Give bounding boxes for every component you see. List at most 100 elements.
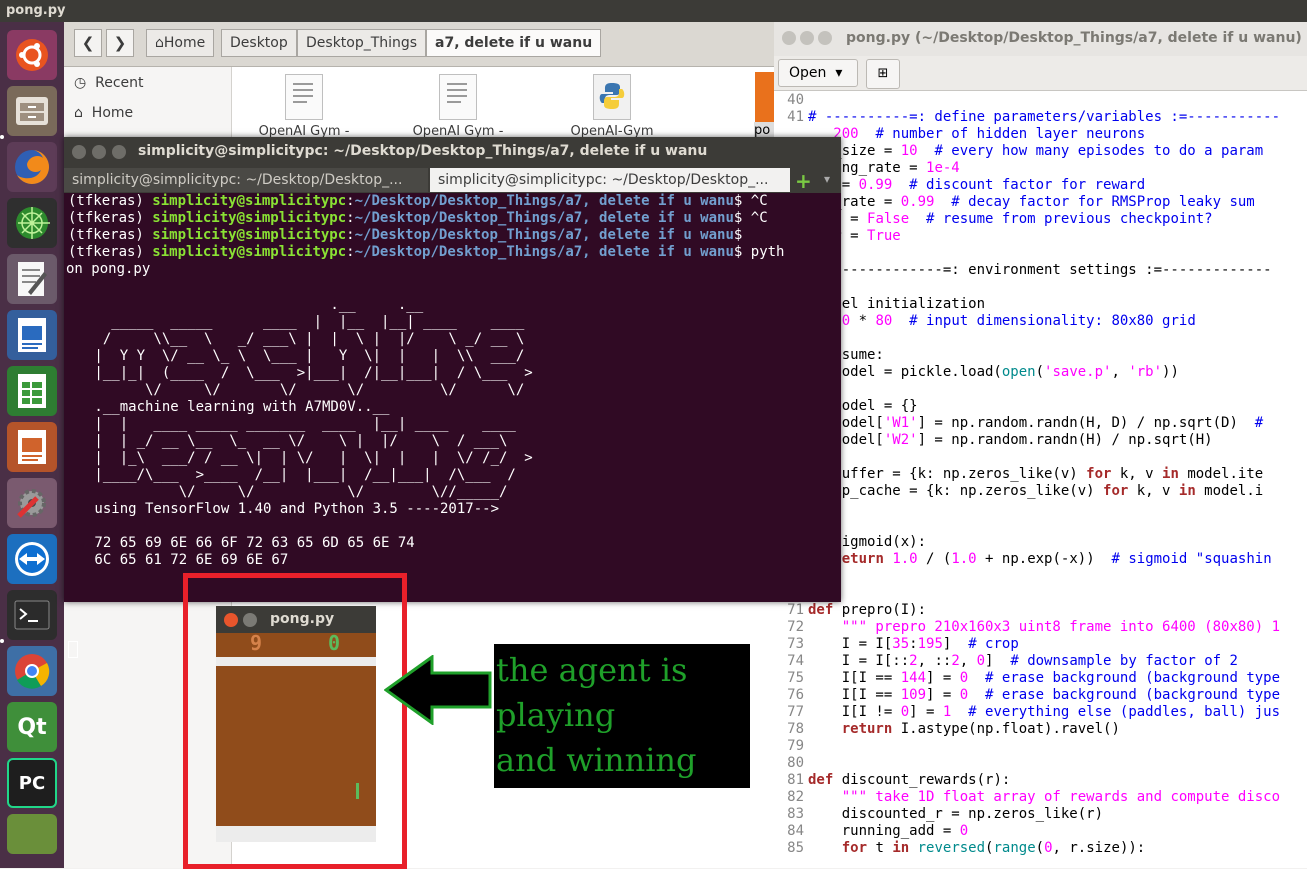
- top-wall: [216, 657, 376, 666]
- firefox-icon[interactable]: [7, 142, 57, 192]
- terminal-line: | | ____ _____ _______ ____ |__| ____ __…: [86, 416, 516, 432]
- code-line: --------------=: environment settings :=…: [808, 262, 1272, 278]
- qt-label: Qt: [17, 714, 47, 740]
- trash-icon[interactable]: [7, 814, 57, 854]
- sidebar-item-home[interactable]: ⌂ Home: [74, 101, 133, 125]
- home-icon: ⌂: [74, 105, 83, 121]
- minimize-icon[interactable]: [92, 145, 106, 159]
- close-icon[interactable]: [72, 145, 86, 159]
- code-line: y_rate = 0.99 # decay factor for RMSProp…: [808, 194, 1255, 210]
- code-line: def discount_rewards(r):: [808, 772, 1011, 788]
- terminal-prompt-line: (tfkeras) simplicity@simplicitypc:~/Desk…: [68, 244, 785, 260]
- terminal-prompt-line: (tfkeras) simplicity@simplicitypc:~/Desk…: [68, 210, 768, 226]
- document-icon: [285, 74, 323, 120]
- code-line: I[I != 0] = 1 # everything else (paddles…: [808, 704, 1281, 720]
- terminal-line: / \\__ \ _/ ___\ | | \ | |/ \ _/ __ \: [86, 331, 525, 347]
- chrome-icon[interactable]: [7, 646, 57, 696]
- add-tab-icon[interactable]: +: [795, 169, 812, 193]
- ubuntu-dash-icon[interactable]: [7, 30, 57, 80]
- breadcrumb-home[interactable]: ⌂Home: [146, 29, 215, 57]
- code-line: # ----------=: define parameters/variabl…: [808, 109, 1281, 125]
- callout-line: the agent is: [496, 651, 688, 689]
- qt-creator-icon[interactable]: Qt: [7, 702, 57, 752]
- system-monitor-icon[interactable]: [7, 198, 57, 248]
- terminal-prompt-line: (tfkeras) simplicity@simplicitypc:~/Desk…: [68, 193, 768, 209]
- code-line: _buffer = {k: np.zeros_like(v) for k, v …: [808, 466, 1264, 482]
- terminal-line: 72 65 69 6E 66 6F 72 63 65 6D 65 6E 74: [86, 535, 415, 551]
- line-number: 77: [787, 704, 804, 720]
- active-app-name: pong.py: [6, 3, 66, 18]
- chevron-left-icon: ❮: [81, 34, 95, 52]
- impress-icon[interactable]: [7, 422, 57, 472]
- line-number: 82: [787, 789, 804, 805]
- minimize-icon[interactable]: [243, 613, 257, 627]
- breadcrumb-desktop-things[interactable]: Desktop_Things: [297, 29, 427, 57]
- pong-titlebar: pong.py: [216, 606, 376, 633]
- code-line: 80 * 80 # input dimensionality: 80x80 gr…: [833, 313, 1196, 329]
- code-line: discounted_r = np.zeros_like(r): [808, 806, 1104, 822]
- line-number: 80: [787, 755, 804, 771]
- sidebar-item-recent[interactable]: ◷ Recent: [74, 71, 144, 95]
- pycharm-icon[interactable]: PC: [7, 758, 57, 808]
- pong-playfield: 9 0: [216, 632, 376, 842]
- chevron-right-icon: ❯: [113, 34, 127, 52]
- forward-button[interactable]: ❯: [106, 29, 134, 57]
- maximize-icon[interactable]: [112, 145, 126, 159]
- file-manager-toolbar: ❮ ❯ ⌂Home Desktop Desktop_Things a7, del…: [64, 22, 775, 67]
- breadcrumb-desktop[interactable]: Desktop: [221, 29, 297, 57]
- terminal-line: 6C 65 61 72 6E 69 6E 67: [86, 552, 289, 568]
- close-icon[interactable]: [224, 613, 238, 627]
- code-line: model['W1'] = np.random.randn(H, D) / np…: [808, 415, 1264, 431]
- terminal-tab-1[interactable]: simplicity@simplicitypc: ~/Desktop/Deskt…: [64, 168, 428, 192]
- files-icon[interactable]: [7, 86, 57, 136]
- line-number: 74: [787, 653, 804, 669]
- terminal-tab-2[interactable]: simplicity@simplicitypc: ~/Desktop/Deskt…: [430, 168, 790, 192]
- line-number: 83: [787, 806, 804, 822]
- window-title: pong.py (~/Desktop/Desktop_Things/a7, de…: [846, 30, 1307, 46]
- teamviewer-icon[interactable]: [7, 534, 57, 584]
- code-line: return 1.0 / (1.0 + np.exp(-x)) # sigmoi…: [833, 551, 1272, 567]
- new-tab-button[interactable]: ⊞: [866, 59, 900, 89]
- annotation-callout: the agent is playing and winning: [494, 644, 750, 788]
- terminal-line: |__|_| (____ / \___ >|___| /|__|___| / \…: [86, 365, 533, 381]
- terminal-line: | Y Y \/ __ \_ \ \___ | Y \| | | \\ ___/: [86, 348, 525, 364]
- terminal-line: _____ _____ ____ | |__ |__| ____ ____: [86, 314, 525, 330]
- line-number: 75: [787, 670, 804, 686]
- file-item[interactable]: OpenAI-Gym: [552, 74, 672, 139]
- back-button[interactable]: ❮: [74, 29, 102, 57]
- terminal-icon[interactable]: [7, 590, 57, 640]
- bottom-wall: [216, 826, 376, 842]
- calc-icon[interactable]: [7, 366, 57, 416]
- code-line: h_size = 10 # every how many episodes to…: [808, 143, 1264, 159]
- line-number: 73: [787, 636, 804, 652]
- code-line: """ prepro 210x160x3 uint8 frame into 64…: [841, 619, 1281, 635]
- gedit-toolbar: Open ▾ ⊞: [774, 56, 1307, 91]
- system-settings-icon[interactable]: [7, 478, 57, 528]
- terminal-line: .__ .__: [86, 297, 424, 313]
- terminal-prompt-line: (tfkeras) simplicity@simplicitypc:~/Desk…: [68, 227, 743, 243]
- document-icon: [439, 74, 477, 120]
- file-item[interactable]: OpenAI Gym -: [398, 74, 518, 139]
- maximize-icon[interactable]: [818, 31, 832, 45]
- terminal-window: simplicity@simplicitypc: ~/Desktop/Deskt…: [64, 137, 841, 658]
- file-item[interactable]: OpenAI Gym -: [244, 74, 364, 139]
- line-number: 81: [787, 772, 804, 788]
- arrow-left-icon: [384, 655, 492, 725]
- writer-icon[interactable]: [7, 310, 57, 360]
- code-editor[interactable]: 40 41 # ----------=: define parameters/var…: [774, 90, 1307, 868]
- breadcrumb-current-folder[interactable]: a7, delete if u wanu: [426, 29, 602, 57]
- callout-line: playing: [496, 696, 616, 734]
- terminal-tabs: simplicity@simplicitypc: ~/Desktop/Deskt…: [64, 166, 841, 193]
- text-editor-icon[interactable]: [7, 254, 57, 304]
- code-line: for t in reversed(range(0, r.size)):: [841, 840, 1146, 856]
- minimize-icon[interactable]: [800, 31, 814, 45]
- terminal-output[interactable]: (tfkeras) simplicity@simplicitypc:~/Desk…: [64, 193, 841, 658]
- callout-line: and winning: [496, 741, 697, 779]
- code-line: me = False # resume from previous checkp…: [825, 211, 1213, 227]
- pycharm-label: PC: [18, 772, 46, 794]
- line-number: 78: [787, 721, 804, 737]
- open-button[interactable]: Open ▾: [778, 59, 858, 87]
- chevron-down-icon[interactable]: ▾: [824, 172, 830, 186]
- terminal-line: | |_\ ___/ / __ \| | \/ | \| | | \/ /_/ …: [86, 450, 533, 466]
- close-icon[interactable]: [782, 31, 796, 45]
